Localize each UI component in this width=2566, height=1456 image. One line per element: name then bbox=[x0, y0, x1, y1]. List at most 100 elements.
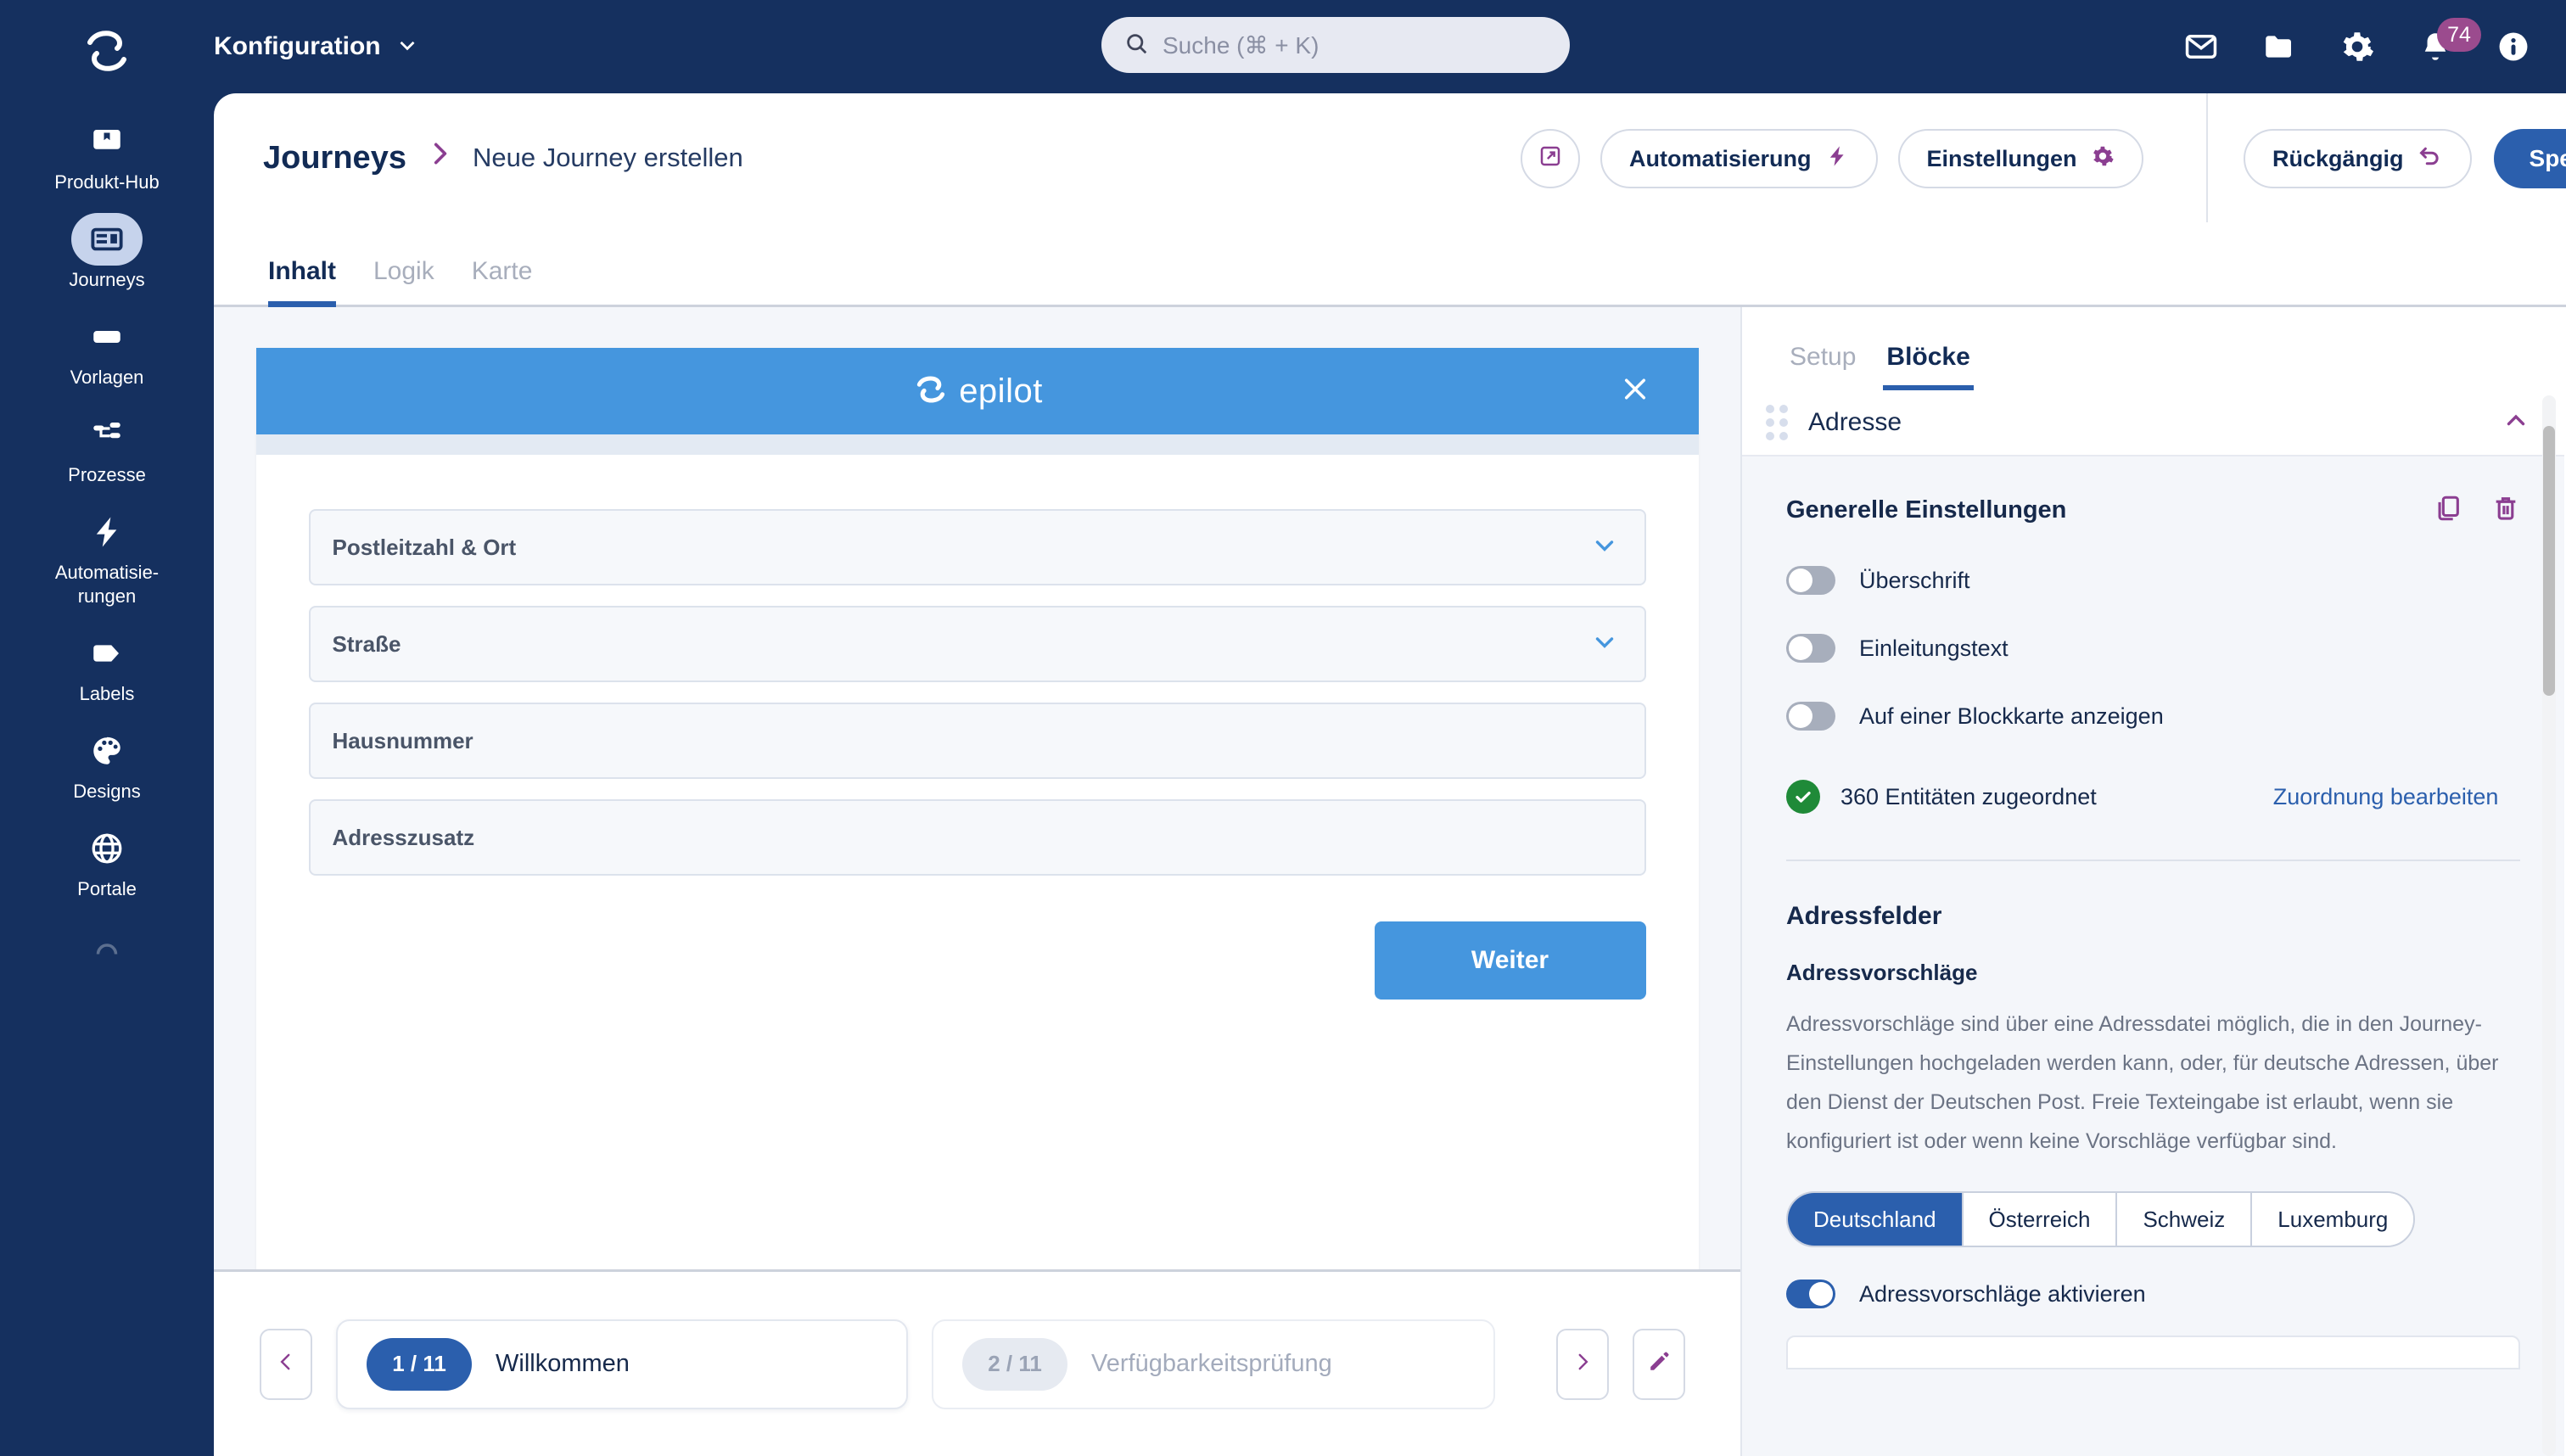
header-actions: Automatisierung Einstellungen bbox=[1521, 129, 2143, 188]
toggle-switch[interactable] bbox=[1786, 566, 1835, 595]
partial-icon bbox=[71, 925, 143, 977]
weiter-button[interactable]: Weiter bbox=[1374, 921, 1646, 1000]
panel-scrollbar-track[interactable] bbox=[2542, 395, 2556, 1456]
step-chip-1[interactable]: 1 / 11 Willkommen bbox=[336, 1319, 908, 1409]
tab-logik[interactable]: Logik bbox=[355, 257, 453, 305]
sidebar-item-journeys[interactable]: Journeys bbox=[0, 213, 214, 292]
toggle-label: Auf einer Blockkarte anzeigen bbox=[1859, 703, 2164, 729]
tab-inhalt[interactable]: Inhalt bbox=[249, 257, 355, 307]
field-label: Adresszusatz bbox=[332, 824, 475, 850]
field-postleitzahl-ort[interactable]: Postleitzahl & Ort bbox=[308, 509, 1646, 585]
drag-dots-icon[interactable] bbox=[1766, 405, 1788, 440]
globe-icon bbox=[71, 822, 143, 875]
gear-icon[interactable] bbox=[2339, 28, 2376, 65]
step-counter: 1 / 11 bbox=[367, 1337, 472, 1391]
step-name: Willkommen bbox=[496, 1350, 630, 1377]
app-surface: Journeys Neue Journey erstellen Automati… bbox=[214, 93, 2566, 1456]
field-adresszusatz[interactable]: Adresszusatz bbox=[308, 799, 1646, 876]
toggle-switch[interactable] bbox=[1786, 634, 1835, 663]
save-button-label: Speichern bbox=[2529, 145, 2566, 171]
settings-button[interactable]: Einstellungen bbox=[1897, 129, 2143, 188]
epilot-mark-icon[interactable] bbox=[80, 24, 134, 78]
templates-icon bbox=[71, 311, 143, 363]
primary-sidebar: Produkt-Hub Journeys Vorlagen Prozesse A… bbox=[0, 0, 214, 1456]
chevron-left-icon bbox=[275, 1351, 297, 1377]
next-step-button[interactable] bbox=[1556, 1328, 1609, 1400]
edit-steps-button[interactable] bbox=[1633, 1328, 1685, 1400]
trash-icon[interactable] bbox=[2491, 494, 2520, 527]
undo-button[interactable]: Rückgängig bbox=[2244, 129, 2472, 188]
content-tabs: Inhalt Logik Karte bbox=[214, 222, 2566, 307]
country-button-schweiz[interactable]: Schweiz bbox=[2117, 1193, 2253, 1246]
toggle-einleitungstext: Einleitungstext bbox=[1786, 634, 2520, 663]
sidebar-item-prozesse[interactable]: Prozesse bbox=[0, 408, 214, 487]
tab-karte[interactable]: Karte bbox=[453, 257, 552, 305]
toggle-switch[interactable] bbox=[1786, 702, 1835, 731]
breadcrumb-root[interactable]: Journeys bbox=[263, 140, 406, 176]
block-header: Adresse bbox=[1742, 390, 2564, 455]
global-topbar: Konfiguration Suche (⌘ + K) 74 bbox=[214, 0, 2566, 93]
configuration-menu[interactable]: Konfiguration bbox=[214, 32, 420, 62]
sidebar-item-overflow[interactable] bbox=[0, 925, 214, 977]
block-settings-panel: Setup Blöcke Adresse Generelle Einstellu… bbox=[1742, 307, 2564, 1456]
sidebar-item-label: Journeys bbox=[69, 269, 145, 290]
toggle-switch[interactable] bbox=[1786, 1280, 1835, 1308]
open-external-button[interactable] bbox=[1521, 129, 1580, 188]
country-toggle-group: Deutschland Österreich Schweiz Luxemburg bbox=[1786, 1191, 2416, 1247]
submit-row: Weiter bbox=[309, 921, 1646, 1022]
chevron-down-icon[interactable] bbox=[1590, 628, 1619, 661]
mail-icon[interactable] bbox=[2182, 28, 2220, 65]
toggle-blockkarte: Auf einer Blockkarte anzeigen bbox=[1786, 702, 2520, 731]
copy-icon[interactable] bbox=[2434, 494, 2462, 527]
sidebar-item-labels[interactable]: Labels bbox=[0, 627, 214, 706]
journeys-icon bbox=[71, 213, 143, 266]
country-label: Luxemburg bbox=[2277, 1206, 2389, 1232]
step-name: Verfügbarkeitsprüfung bbox=[1091, 1350, 1332, 1377]
save-button[interactable]: Speichern bbox=[2494, 129, 2566, 188]
tab-label: Inhalt bbox=[268, 257, 336, 285]
sidebar-item-designs[interactable]: Designs bbox=[0, 725, 214, 804]
field-hausnummer[interactable]: Hausnummer bbox=[308, 703, 1646, 779]
undo-arrow-icon bbox=[2418, 143, 2443, 175]
chevron-down-icon[interactable] bbox=[1590, 531, 1619, 564]
country-button-deutschland[interactable]: Deutschland bbox=[1788, 1193, 1964, 1246]
automation-bolt-icon bbox=[71, 506, 143, 558]
info-icon[interactable] bbox=[2495, 28, 2532, 65]
field-strasse[interactable]: Straße bbox=[308, 606, 1646, 682]
chevron-up-icon[interactable] bbox=[2502, 406, 2530, 440]
general-settings-row: Generelle Einstellungen bbox=[1786, 494, 2520, 527]
sidebar-item-automatisierungen[interactable]: Automatisie- rungen bbox=[0, 506, 214, 608]
country-button-oesterreich[interactable]: Österreich bbox=[1963, 1193, 2118, 1246]
tab-bloecke[interactable]: Blöcke bbox=[1871, 343, 1985, 390]
topbar-icon-group: 74 bbox=[2182, 0, 2532, 93]
country-button-luxemburg[interactable]: Luxemburg bbox=[2252, 1193, 2414, 1246]
toggle-label: Adressvorschläge aktivieren bbox=[1859, 1280, 2146, 1307]
sidebar-item-vorlagen[interactable]: Vorlagen bbox=[0, 311, 214, 389]
search-input[interactable]: Suche (⌘ + K) bbox=[1101, 17, 1570, 73]
breadcrumb: Journeys Neue Journey erstellen bbox=[263, 137, 743, 179]
country-label: Österreich bbox=[1988, 1206, 2091, 1232]
edit-mapping-link[interactable]: Zuordnung bearbeiten bbox=[2273, 784, 2499, 810]
search-placeholder: Suche (⌘ + K) bbox=[1163, 31, 1319, 59]
chevron-right-icon bbox=[425, 137, 454, 179]
epilot-logo: epilot bbox=[911, 370, 1043, 413]
folder-icon[interactable] bbox=[2261, 28, 2298, 65]
panel-divider bbox=[1786, 860, 2520, 861]
toggle-label: Überschrift bbox=[1859, 567, 1970, 593]
close-icon[interactable] bbox=[1619, 373, 1651, 410]
journey-progress-bar bbox=[255, 434, 1699, 455]
bell-icon[interactable]: 74 bbox=[2417, 18, 2481, 65]
tab-setup[interactable]: Setup bbox=[1774, 343, 1871, 390]
prev-step-button[interactable] bbox=[260, 1328, 312, 1400]
chevron-down-icon bbox=[395, 32, 420, 62]
sidebar-item-label: Designs bbox=[73, 781, 141, 802]
sidebar-item-produkt-hub[interactable]: Produkt-Hub bbox=[0, 115, 214, 194]
step-chip-2[interactable]: 2 / 11 Verfügbarkeitsprüfung bbox=[932, 1319, 1495, 1409]
panel-scrollbar-thumb[interactable] bbox=[2543, 426, 2555, 696]
automation-button[interactable]: Automatisierung bbox=[1600, 129, 1878, 188]
body-split: epilot Postleitzahl & Ort Straße Hausnum… bbox=[214, 307, 2566, 1456]
open-external-icon bbox=[1538, 143, 1563, 175]
sidebar-item-label: Labels bbox=[79, 683, 135, 704]
field-label: Straße bbox=[332, 630, 401, 657]
sidebar-item-portale[interactable]: Portale bbox=[0, 822, 214, 901]
